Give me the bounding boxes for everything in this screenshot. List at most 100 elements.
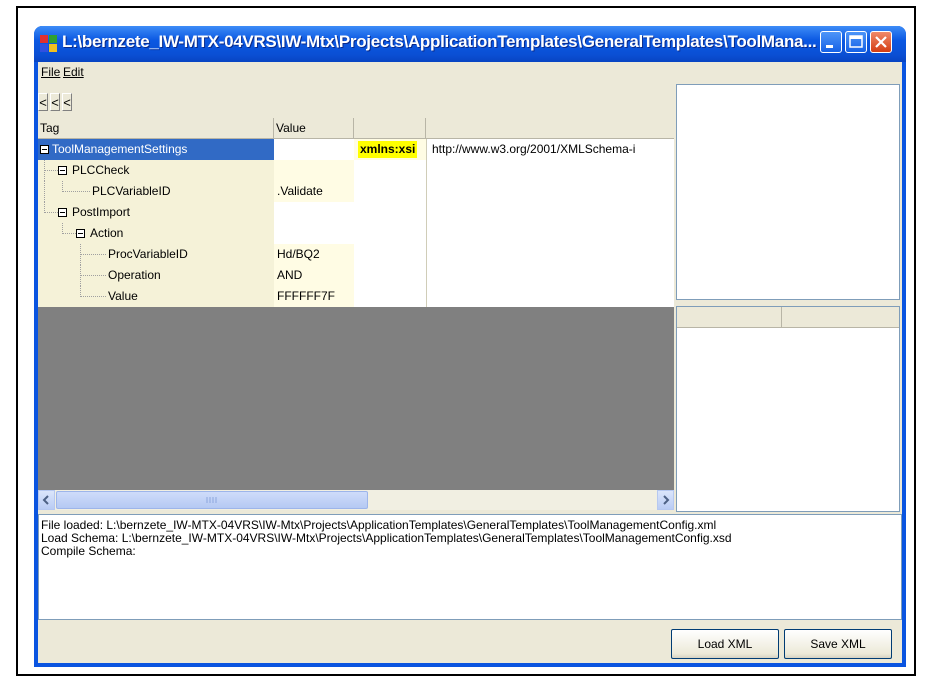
collapse-toggle-icon[interactable]	[76, 229, 85, 238]
tag-label: Operation	[108, 268, 161, 282]
xml-tree-grid[interactable]: Tag Value ToolManagementSettings xmlns:x…	[38, 118, 674, 490]
nav-back-button-3[interactable]: <	[62, 93, 72, 111]
right-pane	[676, 84, 902, 512]
tag-cell[interactable]: Action	[38, 223, 274, 244]
value-cell[interactable]: Hd/BQ2	[274, 244, 354, 265]
tag-cell[interactable]: Value	[38, 286, 274, 307]
details-panel[interactable]	[676, 84, 900, 300]
column-header-attr[interactable]	[354, 118, 426, 139]
tree-row[interactable]: PLCCheck	[38, 160, 674, 181]
tag-label: Value	[108, 289, 138, 303]
tree-line	[62, 191, 90, 192]
value-cell[interactable]	[274, 223, 354, 244]
menu-file[interactable]: File	[41, 65, 60, 79]
attr-name-cell[interactable]	[354, 181, 426, 202]
grid-header: Tag Value	[38, 118, 674, 139]
close-button[interactable]	[870, 31, 892, 53]
tree-row[interactable]: ToolManagementSettings xmlns:xsi http://…	[38, 139, 674, 160]
log-line: Load Schema: L:\bernzete_IW-MTX-04VRS\IW…	[41, 531, 732, 545]
tag-label: ToolManagementSettings	[52, 142, 188, 156]
value-cell[interactable]	[274, 139, 354, 160]
tree-pane: < < < Tag Value ToolManagementSettings x…	[38, 84, 674, 512]
tree-line	[80, 254, 106, 255]
navigation-toolbar: < < <	[38, 84, 674, 118]
application-window: L:\bernzete_IW-MTX-04VRS\IW-Mtx\Projects…	[34, 26, 906, 667]
attr-value-cell[interactable]	[426, 223, 674, 244]
tag-cell[interactable]: PLCVariableID	[38, 181, 274, 202]
attr-name-cell[interactable]	[354, 286, 426, 307]
collapse-toggle-icon[interactable]	[58, 166, 67, 175]
menu-file-label: File	[41, 65, 61, 79]
attr-name-label: xmlns:xsi	[358, 141, 418, 158]
attr-name-cell[interactable]	[354, 265, 426, 286]
tag-label: ProcVariableID	[108, 247, 188, 261]
menu-edit[interactable]: Edit	[63, 65, 84, 79]
menu-edit-label: Edit	[63, 65, 84, 79]
value-cell[interactable]	[274, 160, 354, 181]
attr-name-cell[interactable]	[354, 244, 426, 265]
attr-name-cell[interactable]	[354, 202, 426, 223]
tag-label: PLCVariableID	[92, 184, 171, 198]
attr-value-cell[interactable]	[426, 202, 674, 223]
log-output[interactable]: File loaded: L:\bernzete_IW-MTX-04VRS\IW…	[38, 514, 902, 620]
log-line: Compile Schema:	[41, 544, 136, 558]
tag-cell[interactable]: PLCCheck	[38, 160, 274, 181]
save-xml-button[interactable]: Save XML	[784, 629, 892, 659]
attr-value-label: http://www.w3.org/2001/XMLSchema-i	[432, 142, 636, 156]
value-cell[interactable]: .Validate	[274, 181, 354, 202]
column-header-value[interactable]: Value	[274, 118, 354, 139]
tree-row[interactable]: ProcVariableID Hd/BQ2	[38, 244, 674, 265]
scroll-left-button[interactable]	[38, 490, 55, 510]
arrow-left-icon	[42, 495, 49, 505]
arrow-right-icon	[663, 495, 670, 505]
value-cell[interactable]	[274, 202, 354, 223]
tag-label: Action	[90, 226, 124, 240]
bottom-button-bar: Load XML Save XML	[38, 620, 902, 663]
attr-value-cell[interactable]	[426, 265, 674, 286]
load-xml-button[interactable]: Load XML	[671, 629, 779, 659]
collapse-toggle-icon[interactable]	[58, 208, 67, 217]
tree-row[interactable]: PostImport	[38, 202, 674, 223]
attr-name-cell[interactable]	[354, 160, 426, 181]
close-icon	[875, 36, 887, 48]
attributes-list[interactable]	[676, 306, 900, 512]
tag-cell[interactable]: PostImport	[38, 202, 274, 223]
column-header-attr-value[interactable]	[426, 118, 674, 139]
value-cell[interactable]: FFFFFF7F	[274, 286, 354, 307]
title-bar[interactable]: L:\bernzete_IW-MTX-04VRS\IW-Mtx\Projects…	[34, 26, 906, 62]
tag-label: PostImport	[72, 205, 131, 219]
tree-row[interactable]: Action	[38, 223, 674, 244]
grip-icon	[206, 497, 217, 503]
tree-row[interactable]: Operation AND	[38, 265, 674, 286]
minimize-icon	[826, 45, 833, 48]
scroll-thumb[interactable]	[56, 491, 368, 509]
tag-label: PLCCheck	[72, 163, 130, 177]
maximize-icon	[849, 35, 863, 48]
attr-value-cell[interactable]	[426, 181, 674, 202]
attr-name-cell[interactable]: xmlns:xsi	[354, 139, 426, 160]
tree-line	[80, 296, 106, 297]
tag-cell[interactable]: Operation	[38, 265, 274, 286]
minimize-button[interactable]	[820, 31, 842, 53]
tag-cell[interactable]: ProcVariableID	[38, 244, 274, 265]
window-client-area: File Edit < < < Tag Value ToolManagement…	[38, 62, 902, 663]
nav-back-button-1[interactable]: <	[38, 93, 48, 111]
horizontal-scrollbar[interactable]	[38, 490, 674, 510]
collapse-toggle-icon[interactable]	[40, 145, 49, 154]
tree-line	[44, 181, 45, 202]
tag-cell[interactable]: ToolManagementSettings	[38, 139, 274, 160]
window-title: L:\bernzete_IW-MTX-04VRS\IW-Mtx\Projects…	[62, 32, 817, 51]
attr-value-cell[interactable]	[426, 286, 674, 307]
menu-bar: File Edit	[38, 62, 902, 84]
scroll-right-button[interactable]	[657, 490, 674, 510]
value-cell[interactable]: AND	[274, 265, 354, 286]
tree-row[interactable]: Value FFFFFF7F	[38, 286, 674, 307]
nav-back-button-2[interactable]: <	[50, 93, 60, 111]
attr-name-cell[interactable]	[354, 223, 426, 244]
attr-value-cell[interactable]	[426, 244, 674, 265]
maximize-button[interactable]	[845, 31, 867, 53]
attr-value-cell[interactable]	[426, 160, 674, 181]
column-header-tag[interactable]: Tag	[38, 118, 274, 139]
attr-value-cell[interactable]: http://www.w3.org/2001/XMLSchema-i	[426, 139, 674, 160]
tree-row[interactable]: PLCVariableID .Validate	[38, 181, 674, 202]
